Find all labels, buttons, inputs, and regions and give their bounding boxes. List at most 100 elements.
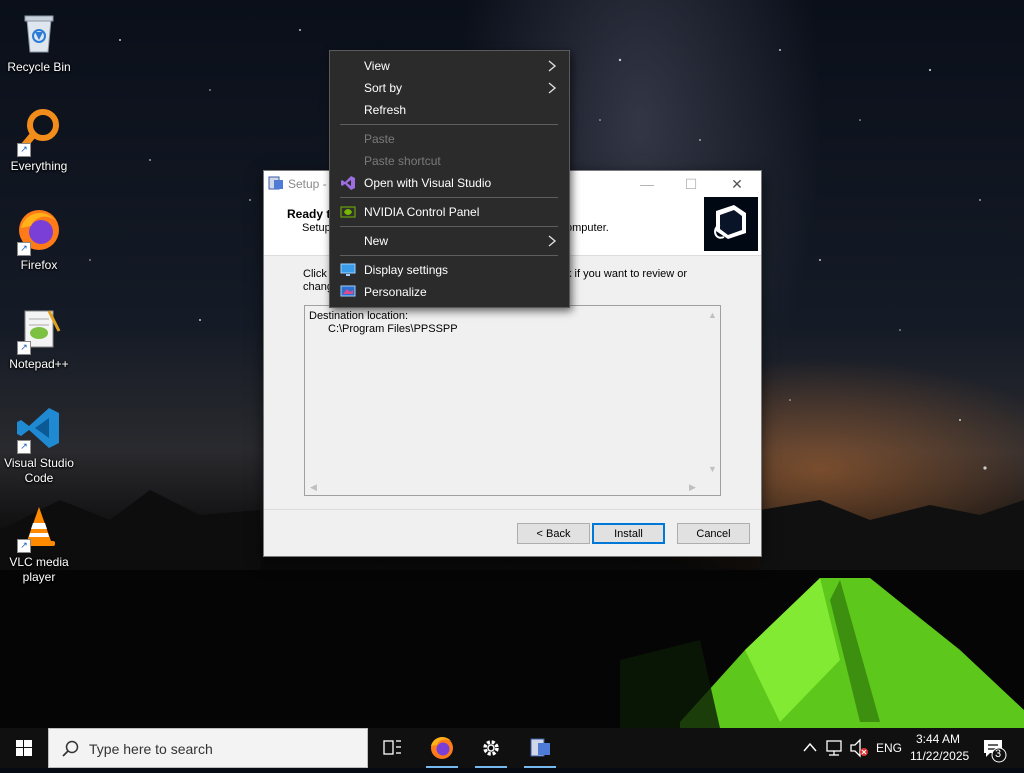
menu-item-label: Paste shortcut (364, 154, 441, 168)
menu-item-label: Display settings (364, 263, 449, 277)
desktop-icon-label: Everything (10, 159, 68, 173)
cancel-button[interactable]: Cancel (677, 523, 750, 544)
taskbar-firefox-button[interactable] (418, 728, 466, 768)
memo-vertical-scrollbar[interactable]: ▲ ▼ (704, 306, 720, 478)
menu-separator (340, 226, 558, 227)
nvidia-icon (340, 206, 356, 218)
ready-memo-box[interactable]: Destination location: C:\Program Files\P… (304, 305, 721, 496)
notification-count-badge: 3 (995, 748, 1002, 760)
menu-item-label: Refresh (364, 103, 407, 117)
taskbar-search-box[interactable]: Type here to search (48, 728, 368, 768)
scroll-left-icon[interactable]: ◀ (310, 482, 317, 493)
menu-item-label: View (364, 59, 390, 73)
close-button[interactable]: ✕ (714, 171, 760, 197)
memo-destination-path: C:\Program Files\PPSSPP (328, 323, 458, 335)
vlc-cone-icon: ↗ (15, 503, 63, 553)
shortcut-arrow-icon: ↗ (17, 539, 31, 553)
setup-footer-divider (264, 509, 761, 510)
memo-destination-label: Destination location: (309, 310, 409, 322)
setup-wizard-image (704, 197, 758, 251)
search-icon (62, 740, 79, 757)
scroll-right-icon[interactable]: ▶ (689, 482, 696, 493)
menu-separator (340, 124, 558, 125)
everything-icon: ↗ (15, 107, 63, 157)
search-placeholder: Type here to search (89, 741, 213, 757)
visual-studio-icon (341, 176, 355, 190)
setup-page-title: Ready t (287, 207, 331, 221)
shortcut-arrow-icon: ↗ (17, 341, 31, 355)
chevron-right-icon (548, 60, 557, 72)
menu-separator (340, 255, 558, 256)
desktop-context-menu[interactable]: View Sort by Refresh Paste Paste shortcu… (329, 50, 570, 308)
vscode-icon: ↗ (15, 404, 63, 454)
notepad-plus-plus-icon: ↗ (15, 305, 63, 355)
menu-item-refresh[interactable]: Refresh (330, 99, 569, 121)
show-hidden-icons-chevron[interactable] (800, 728, 820, 768)
desktop-icon-label: Notepad++ (9, 357, 69, 371)
desktop-icon-recycle-bin[interactable]: Recycle Bin (1, 8, 77, 75)
scroll-up-icon[interactable]: ▲ (708, 310, 717, 320)
taskbar[interactable]: Type here to search ENG 3:44 AM 11/22/20… (0, 728, 1024, 768)
desktop-icon-label: VLC media player (9, 555, 69, 584)
volume-muted-icon[interactable] (848, 728, 870, 768)
scroll-down-icon[interactable]: ▼ (708, 464, 717, 474)
menu-item-new[interactable]: New (330, 230, 569, 252)
menu-item-open-with-visual-studio[interactable]: Open with Visual Studio (330, 172, 569, 194)
action-center-button[interactable]: 3 (980, 728, 1020, 768)
taskbar-setup-button[interactable] (516, 728, 564, 768)
memo-horizontal-scrollbar[interactable]: ◀ ▶ (305, 479, 703, 495)
start-button[interactable] (0, 728, 48, 768)
menu-item-display-settings[interactable]: Display settings (330, 259, 569, 281)
minimize-button[interactable]: — (624, 171, 670, 197)
firefox-icon (431, 737, 453, 759)
back-button[interactable]: < Back (517, 523, 590, 544)
setup-page-subtitle: Setup (302, 222, 331, 234)
shortcut-arrow-icon: ↗ (17, 242, 31, 256)
menu-item-label: New (364, 234, 389, 248)
network-icon[interactable] (824, 728, 846, 768)
menu-item-personalize[interactable]: Personalize (330, 281, 569, 303)
clock-time[interactable]: 3:44 AM (916, 732, 960, 746)
desktop-icon-visual-studio-code[interactable]: ↗ Visual Studio Code (1, 404, 77, 486)
menu-item-paste-shortcut: Paste shortcut (330, 150, 569, 172)
setup-window-title: Setup - (288, 177, 327, 191)
taskbar-settings-button[interactable] (467, 728, 515, 768)
shortcut-arrow-icon: ↗ (17, 440, 31, 454)
shortcut-arrow-icon: ↗ (17, 143, 31, 157)
desktop-icon-firefox[interactable]: ↗ Firefox (1, 206, 77, 273)
desktop-icon-vlc[interactable]: ↗ VLC media player (1, 503, 77, 585)
menu-item-label: NVIDIA Control Panel (364, 205, 480, 219)
gear-icon (483, 740, 499, 756)
menu-item-label: Sort by (364, 81, 403, 95)
display-icon (340, 263, 356, 276)
menu-separator (340, 197, 558, 198)
chevron-right-icon (548, 82, 557, 94)
menu-item-label: Open with Visual Studio (364, 176, 492, 190)
desktop-icon-everything[interactable]: ↗ Everything (1, 107, 77, 174)
menu-item-label: Paste (364, 132, 395, 146)
setup-app-icon (530, 738, 550, 757)
task-view-button[interactable] (368, 728, 416, 768)
menu-item-view[interactable]: View (330, 55, 569, 77)
language-indicator[interactable]: ENG (876, 741, 902, 755)
recycle-bin-icon (15, 8, 63, 56)
setup-app-icon (268, 176, 283, 190)
desktop-icon-label: Firefox (20, 258, 58, 272)
menu-item-paste: Paste (330, 128, 569, 150)
menu-item-nvidia-control-panel[interactable]: NVIDIA Control Panel (330, 201, 569, 223)
personalize-icon (340, 285, 356, 297)
desktop-icon-notepad-plus-plus[interactable]: ↗ Notepad++ (1, 305, 77, 372)
desktop-icon-label: Recycle Bin (7, 60, 71, 74)
maximize-button[interactable]: ☐ (668, 171, 714, 197)
desktop-icon-label: Visual Studio Code (4, 456, 74, 485)
install-button[interactable]: Install (592, 523, 665, 544)
clock-date[interactable]: 11/22/2025 (910, 749, 969, 763)
firefox-icon: ↗ (15, 206, 63, 256)
windows-logo-icon (16, 740, 32, 756)
chevron-right-icon (548, 235, 557, 247)
menu-item-sort-by[interactable]: Sort by (330, 77, 569, 99)
setup-instruction-text-end: k if you want to review or (566, 268, 688, 280)
setup-page-subtitle-end: omputer. (566, 222, 609, 234)
task-view-icon (383, 740, 401, 755)
menu-item-label: Personalize (364, 285, 427, 299)
